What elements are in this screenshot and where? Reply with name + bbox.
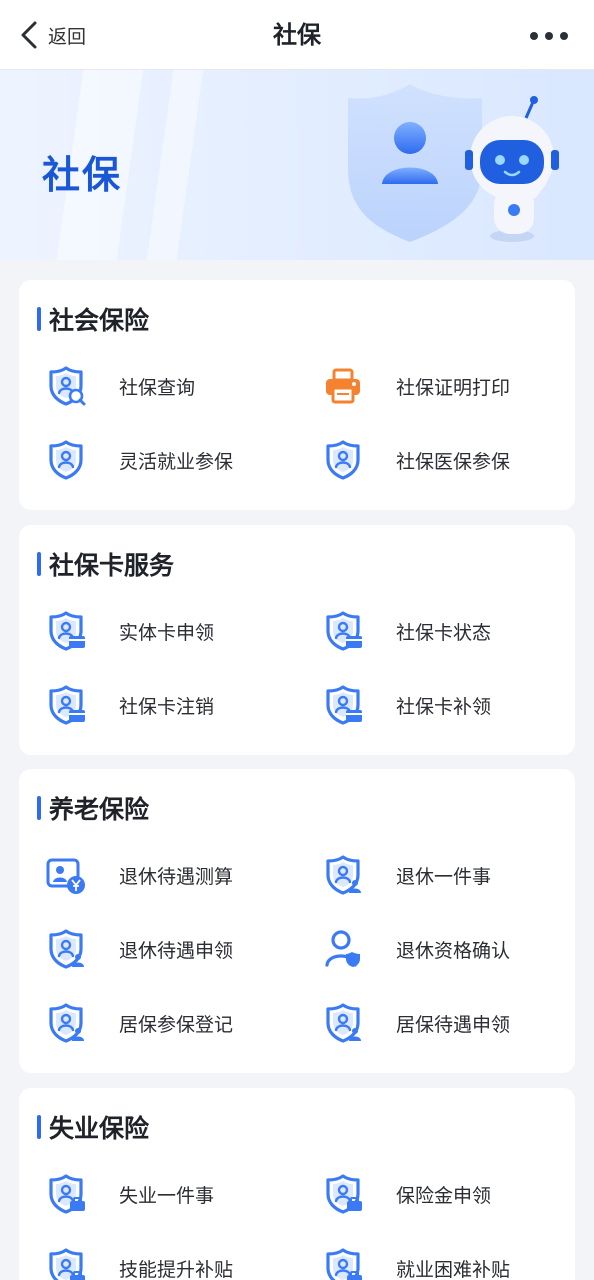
service-item[interactable]: 居保参保登记 bbox=[39, 995, 289, 1051]
section-title-text: 社保卡服务 bbox=[49, 551, 175, 580]
shield-user-icon bbox=[45, 439, 87, 481]
shield-person-icon bbox=[322, 1002, 364, 1044]
service-item[interactable]: 社保卡补领 bbox=[316, 677, 566, 733]
shield-card-icon bbox=[45, 610, 87, 652]
person-check-icon bbox=[322, 928, 364, 970]
service-item[interactable]: 实体卡申领 bbox=[39, 603, 289, 659]
section-title-text: 社会保险 bbox=[49, 306, 150, 335]
service-item[interactable]: 退休待遇申领 bbox=[39, 921, 289, 977]
section-card: 社保卡服务实体卡申领 社保卡状态社保卡注销 社保卡补领 bbox=[19, 525, 575, 755]
more-menu-button[interactable] bbox=[530, 22, 568, 50]
shield-card-icon bbox=[45, 684, 87, 726]
service-item-label: 社保卡注销 bbox=[119, 695, 215, 718]
service-item[interactable]: 社保证明打印 bbox=[316, 358, 566, 414]
section-title-marker bbox=[37, 1115, 41, 1139]
shield-card-icon bbox=[322, 610, 364, 652]
shield-person-icon bbox=[45, 928, 87, 970]
service-item-label: 退休待遇测算 bbox=[119, 865, 234, 888]
service-item[interactable]: 灵活就业参保 bbox=[39, 432, 289, 488]
section-title: 社保卡服务 bbox=[37, 549, 175, 580]
more-dot-icon bbox=[560, 32, 568, 40]
section-title: 失业保险 bbox=[37, 1112, 150, 1143]
service-item-label: 居保参保登记 bbox=[119, 1013, 234, 1036]
section-card: 养老保险退休待遇测算 退休一件事退休待遇申领 退休资格确认居保参保登记 居保待遇申领 bbox=[19, 769, 575, 1073]
service-item-label: 社保查询 bbox=[119, 376, 196, 399]
service-item-label: 社保卡补领 bbox=[396, 695, 492, 718]
pension-calc-icon bbox=[45, 854, 87, 896]
service-item[interactable]: 技能提升补贴 bbox=[39, 1240, 289, 1280]
section-title-text: 失业保险 bbox=[49, 1114, 150, 1143]
more-dot-icon bbox=[530, 32, 538, 40]
service-item-label: 社保医保参保 bbox=[396, 450, 511, 473]
service-item-label: 居保待遇申领 bbox=[396, 1013, 511, 1036]
shield-search-icon bbox=[45, 365, 87, 407]
service-item-label: 实体卡申领 bbox=[119, 621, 215, 644]
shield-briefcase-icon bbox=[45, 1247, 87, 1280]
service-item[interactable]: 居保待遇申领 bbox=[316, 995, 566, 1051]
service-item-label: 技能提升补贴 bbox=[119, 1258, 234, 1280]
section-title-marker bbox=[37, 307, 41, 331]
service-item[interactable]: 失业一件事 bbox=[39, 1166, 289, 1222]
shield-robot-illustration bbox=[348, 84, 559, 242]
shield-briefcase-icon bbox=[322, 1247, 364, 1280]
service-item-label: 退休待遇申领 bbox=[119, 939, 234, 962]
service-item-label: 失业一件事 bbox=[119, 1184, 215, 1207]
chevron-left-icon bbox=[21, 21, 37, 49]
service-item[interactable]: 社保查询 bbox=[39, 358, 289, 414]
section-title-text: 养老保险 bbox=[49, 795, 150, 824]
service-item-label: 退休一件事 bbox=[396, 865, 492, 888]
back-label: 返回 bbox=[48, 25, 87, 48]
shield-briefcase-icon bbox=[322, 1173, 364, 1215]
section-title-marker bbox=[37, 796, 41, 820]
service-item[interactable]: 社保卡注销 bbox=[39, 677, 289, 733]
service-item[interactable]: 就业困难补贴 bbox=[316, 1240, 566, 1280]
service-item-label: 保险金申领 bbox=[396, 1184, 492, 1207]
shield-person-icon bbox=[45, 1002, 87, 1044]
service-item[interactable]: 退休待遇测算 bbox=[39, 847, 289, 903]
shield-person-icon bbox=[322, 854, 364, 896]
printer-icon bbox=[322, 365, 364, 407]
service-item-label: 社保证明打印 bbox=[396, 376, 511, 399]
section-card: 失业保险失业一件事 保险金申领技能提升补贴 就业困难补贴 bbox=[19, 1088, 575, 1280]
shield-user-icon bbox=[322, 439, 364, 481]
section-card: 社会保险社保查询 社保证明打印灵活就业参保 社保医保参保 bbox=[19, 280, 575, 510]
banner: 社保 bbox=[0, 70, 594, 260]
section-title-marker bbox=[37, 552, 41, 576]
service-item-label: 就业困难补贴 bbox=[396, 1258, 511, 1280]
service-item-label: 退休资格确认 bbox=[396, 939, 511, 962]
section-title: 养老保险 bbox=[37, 793, 150, 824]
banner-title: 社保 bbox=[42, 153, 123, 197]
page-title: 社保 bbox=[273, 21, 321, 49]
service-item[interactable]: 退休一件事 bbox=[316, 847, 566, 903]
section-title: 社会保险 bbox=[37, 304, 150, 335]
service-item-label: 灵活就业参保 bbox=[119, 450, 234, 473]
shield-card-icon bbox=[322, 684, 364, 726]
service-item[interactable]: 保险金申领 bbox=[316, 1166, 566, 1222]
banner-decoration bbox=[146, 70, 204, 260]
back-button[interactable]: 返回 bbox=[18, 16, 86, 54]
shield-briefcase-icon bbox=[45, 1173, 87, 1215]
more-dot-icon bbox=[545, 32, 553, 40]
service-item[interactable]: 退休资格确认 bbox=[316, 921, 566, 977]
service-item[interactable]: 社保卡状态 bbox=[316, 603, 566, 659]
service-item-label: 社保卡状态 bbox=[396, 621, 492, 644]
nav-bar: 返回 社保 bbox=[0, 0, 594, 70]
service-item[interactable]: 社保医保参保 bbox=[316, 432, 566, 488]
